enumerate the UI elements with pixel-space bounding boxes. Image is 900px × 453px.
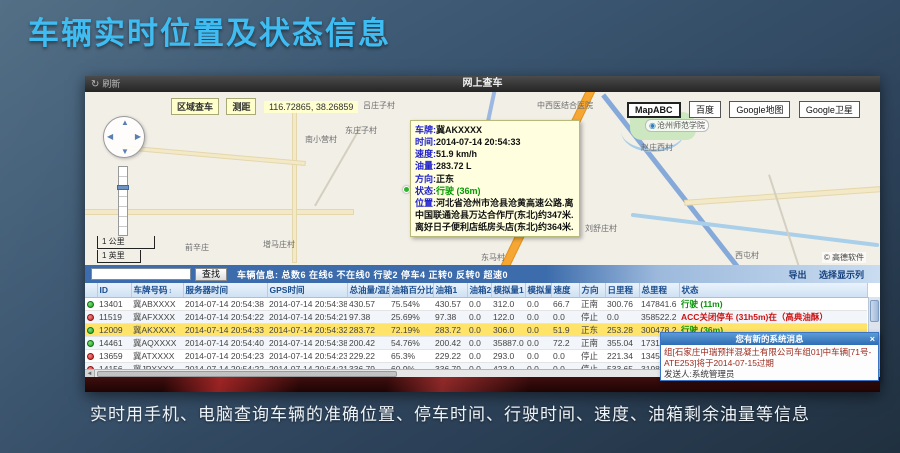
map-label: 前辛庄	[185, 242, 209, 253]
toolbar-links: 导出 选择显示列	[778, 268, 864, 281]
map-canvas[interactable]: 吕庄子村东庄子村南小营村 中西医结合医院赵庄西村前辛庄 增马庄村 刘舒庄村西屯村 东马村…	[85, 92, 880, 265]
layer-google-map-button[interactable]: Google地图	[729, 101, 790, 118]
column-header[interactable]: 方向	[579, 283, 605, 297]
online-dot-icon	[87, 327, 94, 334]
slide-title: 车辆实时位置及状态信息	[28, 8, 391, 53]
map-label: 中西医结合医院	[537, 100, 593, 111]
popup-field: 速度:51.9 km/h	[415, 148, 575, 160]
column-header[interactable]: 总油量/温度	[347, 283, 389, 297]
region-search-button[interactable]: 区域查车	[171, 98, 219, 115]
map-attribution: © 高德软件	[822, 252, 866, 263]
column-header[interactable]: 状态	[679, 283, 867, 297]
select-columns-link[interactable]: 选择显示列	[819, 270, 864, 280]
search-input[interactable]	[91, 268, 191, 280]
map-pan-control[interactable]: ▲ ▼ ◀ ▶	[103, 116, 145, 158]
coordinates-readout: 116.72865, 38.26859	[264, 101, 358, 113]
pan-left-icon[interactable]: ◀	[107, 132, 113, 141]
column-header[interactable]: 油箱1	[433, 283, 467, 297]
column-header[interactable]: 车牌号码↕	[131, 283, 183, 297]
map-zoom-slider[interactable]	[118, 166, 128, 236]
system-message-popup: 您有新的系统消息× 组[石家庄中瑞预拌混凝土有限公司车组01]中车辆[71号-A…	[660, 332, 879, 381]
popup-field: 状态:行驶 (36m)	[415, 185, 575, 197]
column-header[interactable]: 服务器时间	[183, 283, 267, 297]
offline-dot-icon	[87, 314, 94, 321]
zoom-slider-thumb[interactable]	[117, 185, 129, 190]
column-header[interactable]: 模拟量1	[491, 283, 525, 297]
layer-google-satellite-button[interactable]: Google卫星	[799, 101, 860, 118]
pan-right-icon[interactable]: ▶	[135, 132, 141, 141]
table-header-row: ID车牌号码↕服务器时间GPS时间总油量/温度油箱百分比油箱1油箱2模拟量1模拟…	[85, 283, 867, 297]
minor-road	[123, 146, 305, 165]
popup-field: 车牌:冀AKXXXX	[415, 124, 575, 136]
minor-road	[768, 174, 804, 265]
online-dot-icon	[87, 340, 94, 347]
column-header[interactable]: 模拟量2	[525, 283, 551, 297]
column-header[interactable]: 油箱2	[467, 283, 491, 297]
system-message-title: 您有新的系统消息×	[661, 333, 878, 345]
minor-road	[685, 187, 880, 205]
popup-fields: 车牌:冀AKXXXX时间:2014-07-14 20:54:33速度:51.9 …	[415, 124, 575, 233]
column-header[interactable]: 速度	[551, 283, 579, 297]
map-toolbar: 区域查车 测距 116.72865, 38.26859	[171, 97, 361, 115]
column-header[interactable]: ID	[97, 283, 131, 297]
column-header[interactable]: 油箱百分比	[389, 283, 433, 297]
map-label: 东马村	[481, 252, 505, 263]
vehicle-toolbar: 查找 车辆信息: 总数6 在线6 不在线0 行驶2 停车4 正转0 反转0 超速…	[85, 265, 880, 283]
export-link[interactable]: 导出	[788, 270, 806, 280]
map-label: 刘舒庄村	[585, 223, 617, 234]
app-window: ↻刷新 网上查车 吕庄子村东庄子村南小营村 中西医结合医院赵庄西村前辛庄 增马庄村 刘…	[85, 76, 880, 392]
close-icon[interactable]: ×	[870, 333, 875, 345]
column-header[interactable]: 日里程	[605, 283, 639, 297]
pan-down-icon[interactable]: ▼	[121, 147, 129, 156]
map-label: 增马庄村	[263, 239, 295, 250]
search-button[interactable]: 查找	[195, 268, 227, 281]
map-layer-switcher: MapABC 百度 Google地图 Google卫星	[623, 100, 860, 118]
scale-mi-label: 1 英里	[97, 250, 141, 263]
popup-field: 油量:283.72 L	[415, 160, 575, 172]
window-titlebar: ↻刷新 网上查车	[85, 76, 880, 92]
map-label: 东庄子村	[345, 125, 377, 136]
location-marker-icon	[403, 186, 410, 193]
vertical-scrollbar-thumb[interactable]	[870, 300, 879, 322]
layer-mapabc-button[interactable]: MapABC	[627, 102, 681, 118]
online-dot-icon	[87, 301, 94, 308]
measure-distance-button[interactable]: 测距	[226, 98, 256, 115]
vehicle-info-popup: 车牌:冀AKXXXX时间:2014-07-14 20:54:33速度:51.9 …	[410, 120, 580, 237]
popup-field: 时间:2014-07-14 20:54:33	[415, 136, 575, 148]
college-poi-label: ◉沧州师范学院	[645, 119, 709, 132]
column-header[interactable]	[85, 283, 97, 297]
table-row[interactable]: 13401冀ABXXXX2014-07-14 20:54:382014-07-1…	[85, 297, 867, 310]
system-message-body: 组[石家庄中瑞预拌混凝土有限公司车组01]中车辆[71号-ATE253]将于20…	[661, 345, 878, 368]
popup-field: 方向:正东	[415, 173, 575, 185]
poi-icon: ◉	[649, 121, 656, 130]
map-label: 吕庄子村	[363, 100, 395, 111]
popup-field: 位置:河北省沧州市沧县沧黄高速公路.离中国联通沧县万达合作厅(东北)约347米.…	[415, 197, 575, 233]
map-scale: 1 公里 1 英里	[97, 236, 155, 263]
fleet-summary: 车辆信息: 总数6 在线6 不在线0 行驶2 停车4 正转0 反转0 超速0	[237, 268, 508, 281]
column-header[interactable]: 总里程	[639, 283, 679, 297]
table-row[interactable]: 11519冀AFXXXX2014-07-14 20:54:222014-07-1…	[85, 310, 867, 323]
offline-dot-icon	[87, 353, 94, 360]
system-message-sender: 发送人:系统管理员	[661, 368, 878, 380]
map-label: 西屯村	[735, 250, 759, 261]
map-label: 赵庄西村	[641, 142, 673, 153]
slide-caption: 实时用手机、电脑查询车辆的准确位置、停车时间、行驶时间、速度、油箱剩余油量等信息	[0, 400, 900, 425]
sort-icon: ↕	[169, 288, 173, 295]
pan-up-icon[interactable]: ▲	[121, 118, 129, 127]
scale-km-label: 1 公里	[97, 236, 155, 249]
river	[631, 213, 880, 247]
map-label: 南小营村	[305, 134, 337, 145]
window-title: 网上查车	[85, 76, 880, 92]
layer-baidu-button[interactable]: 百度	[689, 101, 721, 118]
column-header[interactable]: GPS时间	[267, 283, 347, 297]
